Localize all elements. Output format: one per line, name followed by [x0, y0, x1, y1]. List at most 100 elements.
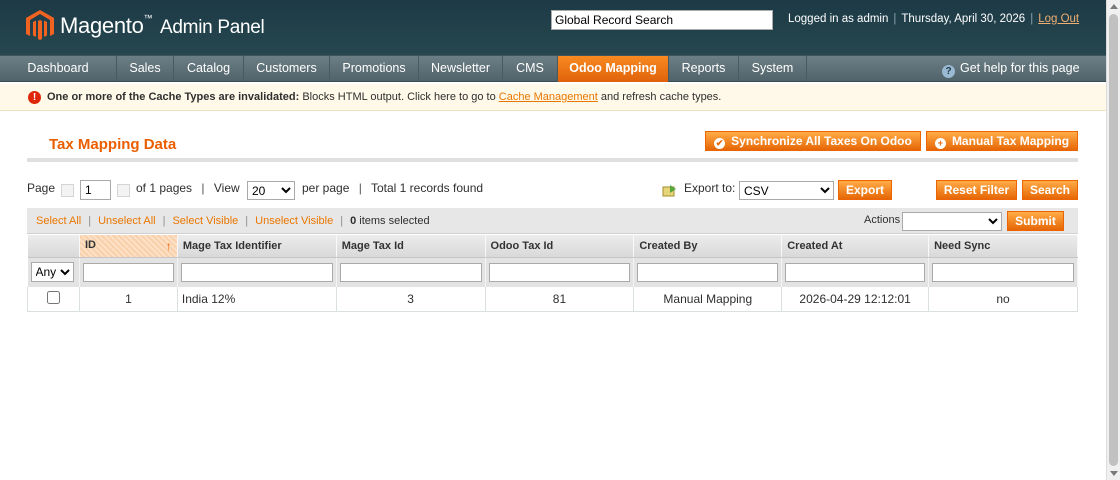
header-date: Thursday, April 30, 2026 [901, 13, 1026, 25]
page-number-input[interactable] [80, 180, 111, 200]
scrollbar-thumb[interactable] [1109, 14, 1118, 466]
pager-count: of 1 pages | View [136, 181, 240, 195]
per-page-select[interactable]: 20 [247, 181, 295, 200]
manual-tax-mapping-label: Manual Tax Mapping [951, 134, 1070, 148]
cell-mage-tax-identifier: India 12% [177, 287, 337, 312]
help-label: Get help for this page [960, 61, 1080, 75]
grid-filter-row: Any [27, 257, 1078, 287]
items-selected-text: items selected [356, 215, 430, 227]
notice-text-2: and refresh cache types. [597, 91, 722, 103]
page-label: Page [27, 181, 56, 195]
column-header-mage-tax-id[interactable]: Mage Tax Id [336, 235, 486, 258]
notice-bold: One or more of the Cache Types are inval… [47, 91, 300, 103]
global-search-input[interactable] [551, 10, 773, 30]
unselect-all-link[interactable]: Unselect All [98, 215, 155, 227]
select-visible-link[interactable]: Select Visible [172, 215, 238, 227]
sort-arrow-icon: ↑ [165, 238, 172, 253]
error-icon: ! [28, 91, 41, 104]
nav-item-cms[interactable]: CMS [503, 56, 558, 82]
export-label: Export to: [684, 181, 736, 195]
cache-notice: ! One or more of the Cache Types are inv… [0, 84, 1106, 111]
help-link[interactable]: ? Get help for this page [942, 61, 1080, 78]
vertical-scrollbar[interactable] [1106, 0, 1120, 480]
plus-icon: + [934, 138, 946, 149]
mage-tax-identifier-filter-input[interactable] [180, 262, 333, 282]
cell-odoo-tax-id: 81 [485, 287, 635, 312]
id-filter-input[interactable] [82, 262, 174, 282]
header: Magento™ Admin Panel Logged in as admin|… [0, 0, 1106, 55]
brand-subtitle: Admin Panel [160, 17, 265, 38]
created-at-filter-input[interactable] [785, 262, 926, 282]
cache-management-link[interactable]: Cache Management [499, 91, 598, 103]
nav-item-dashboard[interactable]: Dashboard [0, 56, 117, 82]
search-button[interactable]: Search [1022, 180, 1078, 200]
actions-label: Actions [864, 214, 901, 226]
nav-item-promotions[interactable]: Promotions [330, 56, 419, 82]
nav-item-system[interactable]: System [739, 56, 807, 82]
title-divider [27, 158, 1078, 162]
export-icon [662, 185, 676, 197]
nav-item-sales[interactable]: Sales [117, 56, 174, 82]
mage-tax-id-filter-input[interactable] [339, 262, 482, 282]
column-header-created-by[interactable]: Created By [633, 235, 783, 258]
manual-tax-mapping-button[interactable]: + Manual Tax Mapping [926, 131, 1078, 151]
column-header-id[interactable]: ID ↑ [79, 235, 178, 258]
pager-total: per page | Total 1 records found [302, 181, 484, 195]
nav-item-customers[interactable]: Customers [244, 56, 330, 82]
magento-logo-icon [26, 10, 54, 40]
cell-id: 1 [79, 287, 178, 312]
next-page-icon[interactable] [117, 184, 130, 197]
brand-title: Magento™ Admin Panel [60, 13, 265, 39]
cell-mage-tax-id: 3 [336, 287, 486, 312]
page: Magento™ Admin Panel Logged in as admin|… [0, 0, 1106, 480]
nav-item-odoo-mapping[interactable]: Odoo Mapping [558, 56, 669, 82]
notice-message: One or more of the Cache Types are inval… [47, 84, 721, 111]
submit-button[interactable]: Submit [1007, 211, 1064, 231]
export-format-select[interactable]: CSV [739, 181, 834, 200]
row-checkbox[interactable] [46, 290, 60, 304]
cell-created-by: Manual Mapping [633, 287, 783, 312]
nav-item-reports[interactable]: Reports [669, 56, 739, 82]
notice-text-1: Blocks HTML output. Click here to go to [299, 91, 499, 103]
actions-select[interactable] [902, 212, 1002, 231]
cell-created-at: 2026-04-29 12:12:01 [781, 287, 930, 312]
prev-page-icon[interactable] [61, 184, 74, 197]
select-all-link[interactable]: Select All [36, 215, 81, 227]
of-pages-text: of 1 pages [136, 181, 193, 195]
column-header-checkbox [27, 235, 80, 258]
help-icon: ? [942, 65, 955, 78]
check-icon: ✔ [714, 138, 726, 149]
column-header-created-at[interactable]: Created At [781, 235, 930, 258]
synchronize-taxes-label: Synchronize All Taxes On Odoo [731, 134, 912, 148]
scroll-down-icon[interactable] [1110, 471, 1118, 476]
per-page-text: per page [302, 181, 350, 195]
need-sync-filter-input[interactable] [932, 262, 1074, 282]
brand-name: Magento [60, 13, 144, 38]
nav-item-newsletter[interactable]: Newsletter [419, 56, 503, 82]
total-records-text: Total 1 records found [370, 181, 484, 195]
nav-item-catalog[interactable]: Catalog [174, 56, 244, 82]
export-button[interactable]: Export [838, 180, 892, 200]
checkbox-filter-select[interactable]: Any [30, 262, 74, 283]
page-title: Tax Mapping Data [49, 136, 177, 153]
grid-header-row: ID ↑ Mage Tax Identifier Mage Tax Id Odoo… [27, 235, 1078, 258]
scroll-up-icon[interactable] [1110, 4, 1118, 9]
main-nav: Dashboard Sales Catalog Customers Promot… [0, 55, 1106, 82]
reset-filter-button[interactable]: Reset Filter [936, 180, 1017, 200]
column-header-need-sync[interactable]: Need Sync [928, 235, 1078, 258]
brand-tm: ™ [143, 13, 153, 23]
massaction-links: Select All | Unselect All | Select Visible | U… [36, 215, 430, 227]
synchronize-taxes-button[interactable]: ✔ Synchronize All Taxes On Odoo [705, 131, 921, 151]
odoo-tax-id-filter-input[interactable] [488, 262, 631, 282]
view-label: View [213, 181, 240, 195]
unselect-visible-link[interactable]: Unselect Visible [255, 215, 333, 227]
created-by-filter-input[interactable] [637, 262, 779, 282]
table-row[interactable]: 1 India 12% 3 81 Manual Mapping 2026-04-… [27, 287, 1078, 312]
pager: Page [27, 181, 55, 195]
header-info: Logged in as admin | Thursday, April 30, 2… [788, 13, 1080, 25]
logout-link[interactable]: Log Out [1038, 13, 1079, 25]
column-header-odoo-tax-id[interactable]: Odoo Tax Id [485, 235, 635, 258]
column-header-mage-tax-identifier[interactable]: Mage Tax Identifier [177, 235, 337, 258]
tax-mapping-grid: ID ↑ Mage Tax Identifier Mage Tax Id Odoo… [27, 235, 1078, 312]
logged-in-text: Logged in as admin [788, 13, 889, 25]
